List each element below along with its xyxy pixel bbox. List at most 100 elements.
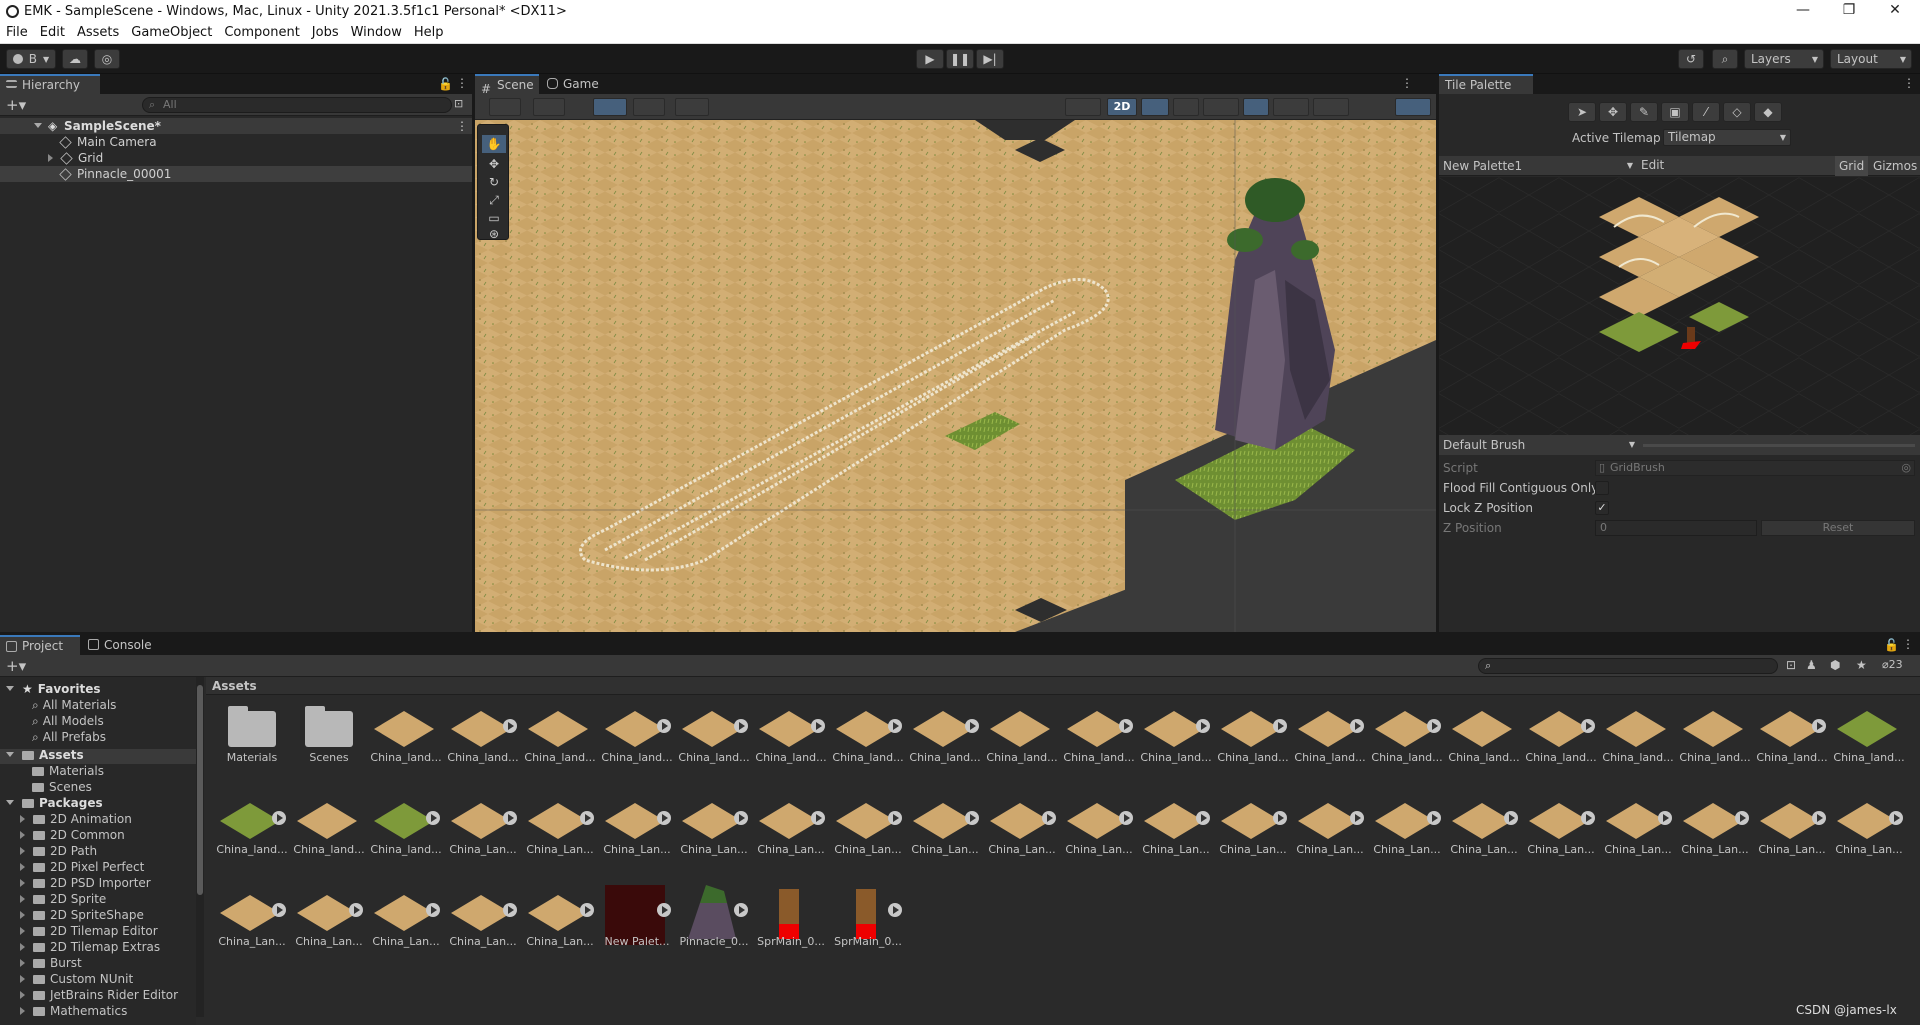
play-icon[interactable] <box>1119 719 1133 733</box>
gizmos-toggle[interactable]: Gizmos <box>1869 156 1920 176</box>
hierarchy-item-main-camera[interactable]: Main Camera <box>59 134 157 150</box>
asset-item[interactable]: China_Lan... <box>1677 793 1749 873</box>
tab-scene[interactable]: # Scene <box>475 74 539 96</box>
pkg-item[interactable]: 2D Path <box>20 845 97 858</box>
fav-all-prefabs[interactable]: ⌕ All Prefabs <box>32 731 106 744</box>
asset-item[interactable]: China_Lan... <box>445 885 517 965</box>
hidden-packages-toggle[interactable]: ⌀23 <box>1882 658 1903 671</box>
tab-hierarchy[interactable]: Hierarchy <box>0 74 100 94</box>
asset-item[interactable]: China_land... <box>1138 701 1212 781</box>
asset-item[interactable]: China_Lan... <box>1138 793 1210 873</box>
play-icon[interactable] <box>1273 811 1287 825</box>
pkg-item[interactable]: Custom NUnit <box>20 973 133 986</box>
camera-dropdown[interactable] <box>1273 98 1309 116</box>
favorites-header[interactable]: ★ Favorites <box>6 683 100 696</box>
asset-item[interactable]: China_land... <box>984 701 1058 781</box>
tab-game[interactable]: Game <box>541 74 605 94</box>
play-icon[interactable] <box>1658 811 1672 825</box>
fav-all-models[interactable]: ⌕ All Models <box>32 715 104 728</box>
play-icon[interactable] <box>1427 811 1441 825</box>
tab-project[interactable]: Project <box>0 635 80 655</box>
mode-2d-toggle[interactable]: 2D <box>1107 98 1137 116</box>
hierarchy-scene-row[interactable]: ◈ SampleScene* ⋮ <box>0 118 472 134</box>
menu-gameobject[interactable]: GameObject <box>125 25 218 40</box>
add-icon[interactable]: +▾ <box>6 657 26 675</box>
align-icon[interactable] <box>675 98 709 116</box>
tree-scenes[interactable]: Scenes <box>32 781 92 794</box>
asset-item[interactable]: China_land... <box>599 701 673 781</box>
asset-item[interactable]: China_land... <box>1215 701 1289 781</box>
asset-item[interactable]: China_land... <box>368 701 442 781</box>
asset-item[interactable]: China_Lan... <box>291 885 363 965</box>
palette-dropdown[interactable]: New Palette1 ▼ <box>1441 157 1635 175</box>
select-tool-icon[interactable]: ➤ <box>1568 102 1596 122</box>
lock-icon[interactable]: 🔓 <box>438 77 453 91</box>
project-search-input[interactable]: ⌕ <box>1478 658 1778 674</box>
play-icon[interactable] <box>888 719 902 733</box>
menu-window[interactable]: Window <box>345 25 408 40</box>
draw-mode-dropdown[interactable] <box>489 98 521 116</box>
asset-item[interactable]: China_land... <box>368 793 442 873</box>
asset-item[interactable]: China_Lan... <box>445 793 517 873</box>
play-icon[interactable] <box>272 811 286 825</box>
picker-tool-icon[interactable]: ⁄ <box>1692 102 1720 122</box>
play-icon[interactable] <box>272 903 286 917</box>
search-by-type-icon[interactable]: ⊡ <box>1786 658 1796 672</box>
transform-tool-icon[interactable]: ⊛ <box>482 225 506 243</box>
play-icon[interactable] <box>503 903 517 917</box>
asset-item[interactable]: New Palet... <box>599 885 671 965</box>
menu-edit[interactable]: Edit <box>34 25 71 40</box>
minimize-button[interactable]: — <box>1780 0 1826 22</box>
play-icon[interactable] <box>657 903 671 917</box>
scale-tool-icon[interactable]: ⤢ <box>482 191 506 209</box>
lock-z-checkbox[interactable]: ✓ <box>1595 501 1609 515</box>
asset-item[interactable]: China_Lan... <box>830 793 902 873</box>
splitter[interactable] <box>1643 444 1915 447</box>
tag-icon[interactable]: ⬢ <box>1830 658 1840 672</box>
asset-item[interactable]: China_Lan... <box>1754 793 1826 873</box>
increment-snap-icon[interactable] <box>633 98 665 116</box>
play-icon[interactable] <box>503 719 517 733</box>
tree-materials[interactable]: Materials <box>32 765 104 778</box>
play-icon[interactable] <box>1119 811 1133 825</box>
asset-item[interactable]: China_Lan... <box>1600 793 1672 873</box>
pkg-item[interactable]: 2D PSD Importer <box>20 877 151 890</box>
pkg-item[interactable]: 2D Tilemap Extras <box>20 941 160 954</box>
account-button[interactable]: B ▼ <box>6 49 56 69</box>
close-button[interactable]: ✕ <box>1872 0 1918 22</box>
maximize-button[interactable]: ❐ <box>1826 0 1872 22</box>
layout-dropdown[interactable]: Layout ▼ <box>1830 49 1912 69</box>
asset-item[interactable]: China_land... <box>522 701 596 781</box>
scene-filter-icon[interactable]: ⊡ <box>454 97 463 110</box>
play-icon[interactable] <box>657 719 671 733</box>
asset-item[interactable]: China_Lan... <box>522 793 594 873</box>
asset-item[interactable]: China_land... <box>907 701 981 781</box>
pkg-item[interactable]: 2D Sprite <box>20 893 106 906</box>
reset-button[interactable]: Reset <box>1761 520 1915 536</box>
asset-item[interactable]: China_Lan... <box>1369 793 1441 873</box>
kebab-menu-icon[interactable]: ⋮ <box>1902 637 1914 651</box>
play-icon[interactable] <box>965 811 979 825</box>
asset-item[interactable]: China_Lan... <box>1831 793 1903 873</box>
asset-item[interactable]: China_land... <box>1292 701 1366 781</box>
play-icon[interactable] <box>888 811 902 825</box>
play-icon[interactable] <box>1581 811 1595 825</box>
asset-item[interactable]: China_land... <box>1677 701 1751 781</box>
hand-tool-icon[interactable]: ✋ <box>482 135 506 153</box>
asset-item[interactable]: China_land... <box>1600 701 1674 781</box>
play-icon[interactable] <box>1812 811 1826 825</box>
kebab-menu-icon[interactable]: ⋮ <box>456 76 468 90</box>
box-fill-tool-icon[interactable]: ▣ <box>1661 102 1689 122</box>
asset-item[interactable]: China_land... <box>753 701 827 781</box>
pkg-item[interactable]: Mathematics <box>20 1005 127 1018</box>
asset-item[interactable]: China_land... <box>445 701 519 781</box>
hierarchy-item-pinnacle[interactable]: Pinnacle_00001 <box>0 166 472 182</box>
play-icon[interactable] <box>426 811 440 825</box>
pkg-item[interactable]: 2D Pixel Perfect <box>20 861 144 874</box>
lock-icon[interactable]: 🔓 <box>1884 638 1899 652</box>
play-icon[interactable] <box>1273 719 1287 733</box>
asset-item[interactable]: China_land... <box>291 793 365 873</box>
brush-tool-icon[interactable]: ✎ <box>1630 102 1658 122</box>
asset-item[interactable]: China_land... <box>830 701 904 781</box>
layers-dropdown[interactable]: Layers ▼ <box>1744 49 1824 69</box>
